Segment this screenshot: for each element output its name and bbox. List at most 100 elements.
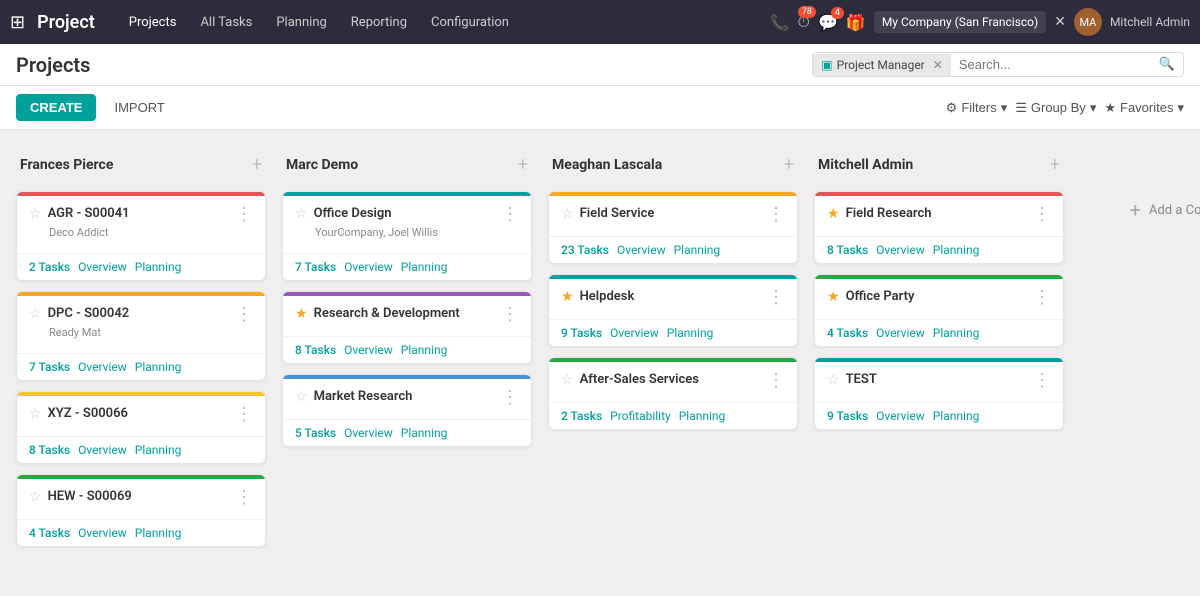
card-star[interactable]: ☆ xyxy=(561,206,574,222)
card-tasks-count[interactable]: 8 Tasks xyxy=(827,243,868,257)
card-tasks-count[interactable]: 9 Tasks xyxy=(827,409,868,423)
card-link-planning[interactable]: Planning xyxy=(933,409,980,423)
card-link-overview[interactable]: Overview xyxy=(876,409,925,423)
column-add-btn[interactable]: + xyxy=(1050,154,1060,175)
card-link-planning[interactable]: Planning xyxy=(135,260,182,274)
grid-icon[interactable]: ⊞ xyxy=(10,12,25,33)
company-selector[interactable]: My Company (San Francisco) xyxy=(874,11,1046,33)
card-star[interactable]: ☆ xyxy=(29,306,42,322)
card-menu-btn[interactable]: ⋮ xyxy=(1033,206,1051,224)
filters-button[interactable]: ⚙ Filters ▾ xyxy=(946,100,1008,116)
card-title: XYZ - S00066 xyxy=(48,406,235,423)
column-add-btn[interactable]: + xyxy=(252,154,262,175)
card-menu-btn[interactable]: ⋮ xyxy=(1033,372,1051,390)
card-link-overview[interactable]: Overview xyxy=(344,343,393,357)
card-menu-btn[interactable]: ⋮ xyxy=(1033,289,1051,307)
card-link-overview[interactable]: Overview xyxy=(78,260,127,274)
card-tasks-count[interactable]: 8 Tasks xyxy=(295,343,336,357)
card-menu-btn[interactable]: ⋮ xyxy=(767,289,785,307)
card-footer: 9 Tasks Overview Planning xyxy=(549,320,797,346)
card-title-row: ☆ DPC - S00042 ⋮ xyxy=(29,306,253,324)
avatar[interactable]: MA xyxy=(1074,8,1102,36)
star-icon: ★ xyxy=(1104,100,1116,116)
message-icon[interactable]: 💬 4 xyxy=(818,13,838,32)
column-add-btn[interactable]: + xyxy=(784,154,794,175)
card-tasks-count[interactable]: 9 Tasks xyxy=(561,326,602,340)
phone-icon[interactable]: 📞 xyxy=(770,13,790,32)
search-input[interactable] xyxy=(951,53,1151,76)
card-tasks-count[interactable]: 23 Tasks xyxy=(561,243,609,257)
nav-planning[interactable]: Planning xyxy=(266,11,336,34)
search-icon[interactable]: 🔍 xyxy=(1151,53,1183,76)
card-link-planning[interactable]: Planning xyxy=(667,326,714,340)
card-link-overview[interactable]: Overview xyxy=(617,243,666,257)
card-menu-btn[interactable]: ⋮ xyxy=(235,406,253,424)
card-link-overview[interactable]: Overview xyxy=(78,526,127,540)
card-link-planning[interactable]: Planning xyxy=(933,326,980,340)
card-tasks-count[interactable]: 7 Tasks xyxy=(29,360,70,374)
card-star[interactable]: ☆ xyxy=(29,206,42,222)
card-link-planning[interactable]: Planning xyxy=(401,343,448,357)
card-link-overview[interactable]: Overview xyxy=(610,326,659,340)
gift-icon[interactable]: 🎁 xyxy=(846,13,866,32)
column-add-btn[interactable]: + xyxy=(518,154,528,175)
nav-reporting[interactable]: Reporting xyxy=(341,11,417,34)
card-tasks-count[interactable]: 2 Tasks xyxy=(561,409,602,423)
add-column-btn[interactable]: + Add a Column xyxy=(1118,190,1200,230)
card-link-planning[interactable]: Planning xyxy=(401,260,448,274)
card-menu-btn[interactable]: ⋮ xyxy=(235,489,253,507)
card-star[interactable]: ☆ xyxy=(295,206,308,222)
card-star[interactable]: ★ xyxy=(561,289,574,305)
card-star[interactable]: ★ xyxy=(827,289,840,305)
card-link-planning[interactable]: Planning xyxy=(679,409,726,423)
card-menu-btn[interactable]: ⋮ xyxy=(501,389,519,407)
card-menu-btn[interactable]: ⋮ xyxy=(501,306,519,324)
clock-icon[interactable]: ⏱ 78 xyxy=(797,12,809,32)
card-link-planning[interactable]: Planning xyxy=(135,526,182,540)
card-menu-btn[interactable]: ⋮ xyxy=(235,206,253,224)
card-link-overview[interactable]: Overview xyxy=(344,260,393,274)
user-name[interactable]: Mitchell Admin xyxy=(1110,15,1190,29)
card-link-planning[interactable]: Planning xyxy=(135,360,182,374)
card-star[interactable]: ☆ xyxy=(29,406,42,422)
close-icon[interactable]: ✕ xyxy=(1054,14,1066,30)
card-body: ☆ XYZ - S00066 ⋮ xyxy=(17,396,265,436)
project-card-office-party: ★ Office Party ⋮ 4 Tasks OverviewPlannin… xyxy=(814,274,1064,347)
groupby-button[interactable]: ☰ Group By ▾ xyxy=(1015,100,1096,116)
card-star[interactable]: ☆ xyxy=(561,372,574,388)
import-button[interactable]: IMPORT xyxy=(104,94,174,121)
card-star[interactable]: ★ xyxy=(827,206,840,222)
card-menu-btn[interactable]: ⋮ xyxy=(767,372,785,390)
card-link-overview[interactable]: Overview xyxy=(876,326,925,340)
project-card-dpc: ☆ DPC - S00042 ⋮ Ready Mat 7 Tasks Overv… xyxy=(16,291,266,381)
nav-projects[interactable]: Projects xyxy=(119,11,187,34)
card-link-overview[interactable]: Overview xyxy=(344,426,393,440)
nav-configuration[interactable]: Configuration xyxy=(421,11,519,34)
card-tasks-count[interactable]: 8 Tasks xyxy=(29,443,70,457)
card-tasks-count[interactable]: 4 Tasks xyxy=(29,526,70,540)
card-link-profitability[interactable]: Profitability xyxy=(610,409,671,423)
card-tasks-count[interactable]: 5 Tasks xyxy=(295,426,336,440)
card-star[interactable]: ☆ xyxy=(295,389,308,405)
card-menu-btn[interactable]: ⋮ xyxy=(767,206,785,224)
card-link-planning[interactable]: Planning xyxy=(135,443,182,457)
card-link-planning[interactable]: Planning xyxy=(674,243,721,257)
card-link-overview[interactable]: Overview xyxy=(78,360,127,374)
favorites-button[interactable]: ★ Favorites ▾ xyxy=(1104,100,1184,116)
card-tasks-count[interactable]: 7 Tasks xyxy=(295,260,336,274)
card-tasks-count[interactable]: 2 Tasks xyxy=(29,260,70,274)
card-menu-btn[interactable]: ⋮ xyxy=(235,306,253,324)
filter-tag-remove[interactable]: ✕ xyxy=(933,58,943,72)
card-menu-btn[interactable]: ⋮ xyxy=(501,206,519,224)
card-star[interactable]: ★ xyxy=(295,306,308,322)
card-tasks-count[interactable]: 4 Tasks xyxy=(827,326,868,340)
nav-all-tasks[interactable]: All Tasks xyxy=(190,11,262,34)
card-link-overview[interactable]: Overview xyxy=(876,243,925,257)
card-link-planning[interactable]: Planning xyxy=(401,426,448,440)
card-link-overview[interactable]: Overview xyxy=(78,443,127,457)
message-badge: 4 xyxy=(831,7,844,19)
create-button[interactable]: CREATE xyxy=(16,94,96,121)
card-link-planning[interactable]: Planning xyxy=(933,243,980,257)
card-star[interactable]: ☆ xyxy=(29,489,42,505)
card-star[interactable]: ☆ xyxy=(827,372,840,388)
